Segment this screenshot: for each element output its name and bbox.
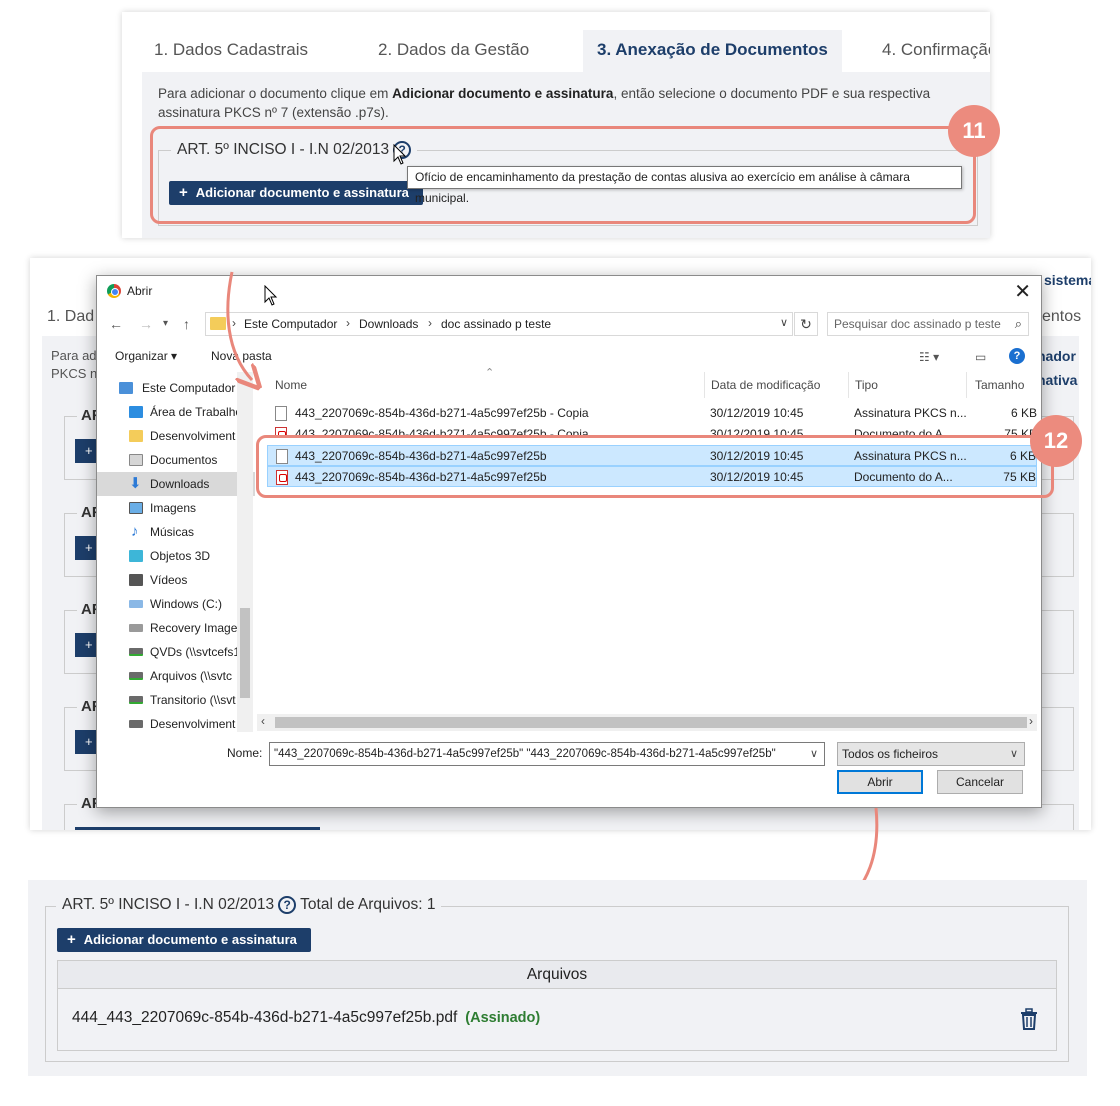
trash-icon[interactable] (1018, 1007, 1040, 1031)
document-fieldset: ART. 5º INCISO I - I.N 02/2013? Total de… (45, 896, 1069, 1062)
signed-status: (Assinado) (465, 1010, 541, 1026)
add-document-button[interactable]: + Adicionar documento e assinatura (57, 928, 311, 952)
help-icon[interactable]: ? (278, 896, 297, 914)
files-header: Arquivos (58, 961, 1056, 989)
file-item: 444_443_2207069c-854b-436d-b271-4a5c997e… (72, 1009, 540, 1027)
files-table: Arquivos 444_443_2207069c-854b-436d-b271… (57, 960, 1057, 1051)
result-panel: ART. 5º INCISO I - I.N 02/2013? Total de… (28, 880, 1087, 1076)
total-files-text: Total de Arquivos: 1 (300, 896, 436, 914)
file-name: 444_443_2207069c-854b-436d-b271-4a5c997e… (72, 1009, 458, 1026)
arrow-to-dialog (226, 271, 252, 380)
plus-icon: + (67, 931, 76, 948)
fieldset-legend: ART. 5º INCISO I - I.N 02/2013? Total de… (56, 896, 442, 915)
